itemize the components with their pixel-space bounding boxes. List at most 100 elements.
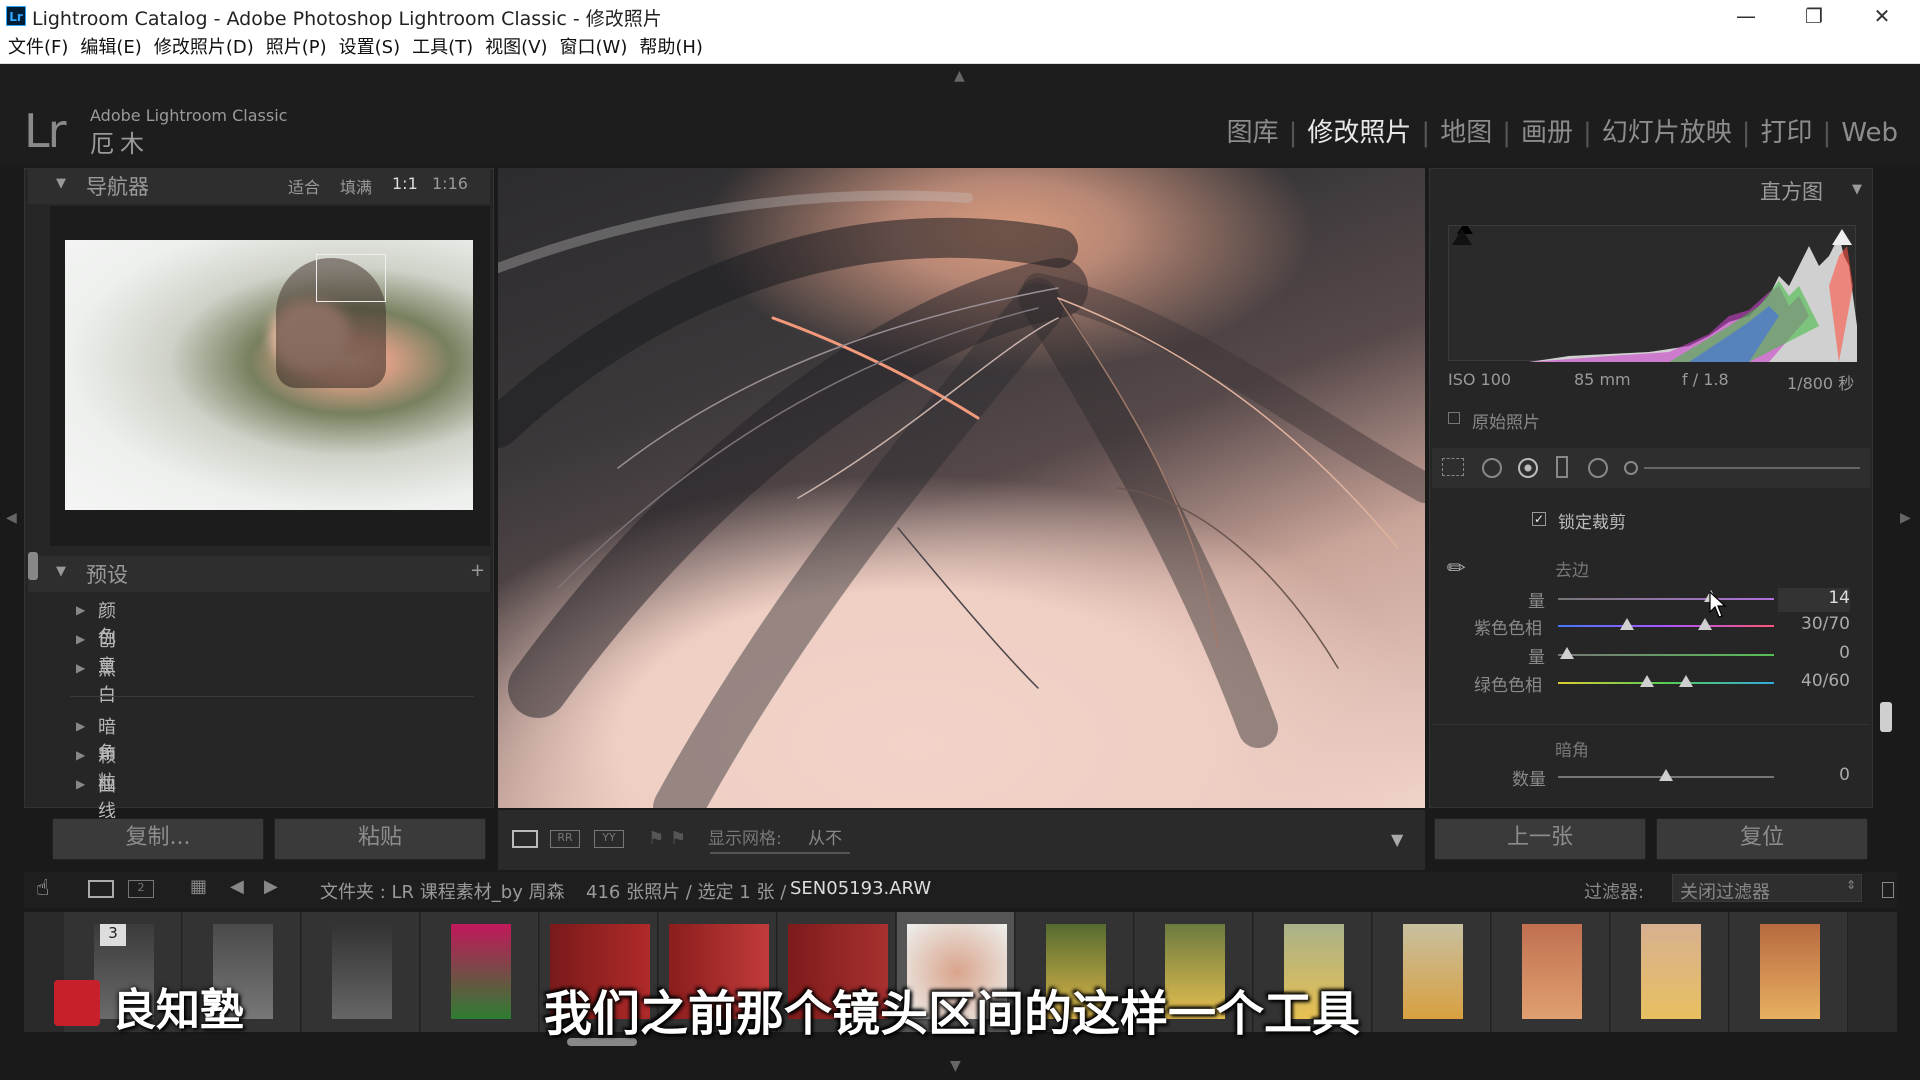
menu-view[interactable]: 视图(V) bbox=[485, 32, 547, 64]
folder-label[interactable]: 文件夹 : LR 课程素材_by 周森 bbox=[320, 878, 565, 904]
filmstrip-thumb[interactable] bbox=[1730, 912, 1848, 1032]
red-eye-icon[interactable] bbox=[1518, 458, 1538, 478]
vignette-amount-knob[interactable] bbox=[1659, 769, 1673, 781]
collapse-bottom-icon[interactable]: ▼ bbox=[950, 1058, 961, 1074]
add-preset-button[interactable]: + bbox=[470, 560, 485, 581]
purple-amount-value[interactable]: 14 bbox=[1770, 588, 1850, 608]
filter-value: 关闭过滤器 bbox=[1680, 882, 1770, 903]
defringe-title: 去边 bbox=[1555, 561, 1589, 581]
menu-tools[interactable]: 工具(T) bbox=[412, 32, 473, 64]
green-hue-track[interactable] bbox=[1558, 682, 1774, 684]
minimize-button[interactable]: — bbox=[1712, 0, 1780, 32]
collapse-triangle-icon[interactable]: ▼ bbox=[1852, 182, 1862, 197]
menu-edit[interactable]: 编辑(E) bbox=[80, 32, 141, 64]
close-button[interactable]: ✕ bbox=[1848, 0, 1916, 32]
filename[interactable]: SEN05193.ARW bbox=[790, 878, 931, 899]
hand-icon[interactable]: ☝ bbox=[36, 876, 49, 901]
collapse-triangle-icon[interactable]: ▼ bbox=[56, 564, 66, 579]
right-scrollbar[interactable] bbox=[1880, 702, 1892, 732]
preset-folder-curve[interactable]: 曲线 bbox=[98, 771, 116, 823]
green-amount-value[interactable]: 0 bbox=[1770, 643, 1850, 663]
purple-hue-knob-low[interactable] bbox=[1620, 618, 1634, 630]
shadow-clipping-icon[interactable] bbox=[1452, 229, 1472, 245]
main-window-icon[interactable] bbox=[88, 880, 114, 898]
second-window-icon[interactable]: 2 bbox=[128, 880, 154, 898]
module-book[interactable]: 画册 bbox=[1521, 118, 1573, 148]
divider bbox=[1432, 724, 1868, 725]
menu-develop[interactable]: 修改照片(D) bbox=[154, 32, 254, 64]
zoom-fill[interactable]: 填满 bbox=[340, 174, 372, 198]
collapse-left-icon[interactable]: ◀ bbox=[6, 510, 17, 526]
maximize-button[interactable]: ❐ bbox=[1780, 0, 1848, 32]
collapse-right-icon[interactable]: ▶ bbox=[1900, 510, 1911, 526]
green-hue-value[interactable]: 40/60 bbox=[1770, 671, 1850, 691]
vignette-amount-value[interactable]: 0 bbox=[1770, 765, 1850, 785]
back-arrow-icon[interactable]: ◀ bbox=[230, 876, 244, 897]
zoom-1-1[interactable]: 1:1 bbox=[392, 174, 418, 193]
green-amount-knob[interactable] bbox=[1560, 647, 1574, 659]
filter-lock-icon[interactable] bbox=[1882, 882, 1894, 898]
presets-title: 预设 bbox=[86, 563, 128, 587]
loupe-view-icon[interactable] bbox=[512, 830, 538, 848]
crop-tool-icon[interactable] bbox=[1442, 458, 1464, 476]
filmstrip-thumb[interactable] bbox=[1373, 912, 1491, 1032]
zoom-1-16[interactable]: 1:16 bbox=[432, 174, 468, 193]
forward-arrow-icon[interactable]: ▶ bbox=[264, 876, 278, 897]
grid-dropdown[interactable]: 从不 bbox=[808, 824, 842, 849]
navigator-thumbnail[interactable] bbox=[65, 240, 473, 510]
dropdown-arrows-icon[interactable]: ⇕ bbox=[1846, 878, 1856, 892]
vignette-amount-label: 数量 bbox=[1512, 770, 1546, 790]
copy-button[interactable]: 复制... bbox=[52, 818, 264, 860]
module-picker: 图库 | 修改照片 | 地图 | 画册 | 幻灯片放映 | 打印 | Web bbox=[1226, 118, 1898, 148]
module-slideshow[interactable]: 幻灯片放映 bbox=[1602, 118, 1732, 148]
filmstrip-thumb[interactable] bbox=[1611, 912, 1729, 1032]
collapse-top-icon[interactable]: ▲ bbox=[954, 68, 965, 84]
filmstrip-thumb[interactable] bbox=[421, 912, 539, 1032]
collapse-triangle-icon[interactable]: ▼ bbox=[56, 176, 66, 191]
previous-button[interactable]: 上一张 bbox=[1434, 818, 1646, 860]
navigator-zoom-rect[interactable] bbox=[316, 254, 386, 302]
before-after-icon[interactable]: RR bbox=[550, 830, 580, 848]
toolbar-menu-chevron-down-icon[interactable]: ▼ bbox=[1391, 830, 1403, 849]
module-develop[interactable]: 修改照片 bbox=[1307, 118, 1411, 148]
purple-hue-value[interactable]: 30/70 bbox=[1770, 614, 1850, 634]
filmstrip-thumb[interactable] bbox=[302, 912, 420, 1032]
purple-hue-track[interactable] bbox=[1558, 625, 1774, 627]
menu-file[interactable]: 文件(F) bbox=[8, 32, 68, 64]
module-map[interactable]: 地图 bbox=[1440, 118, 1492, 148]
left-scrollbar[interactable] bbox=[28, 552, 38, 580]
menu-window[interactable]: 窗口(W) bbox=[560, 32, 628, 64]
window-titlebar: Lr Lightroom Catalog - Adobe Photoshop L… bbox=[0, 0, 1920, 32]
lock-crop-checkbox[interactable]: ✓ bbox=[1532, 512, 1546, 526]
before-after-split-icon[interactable]: YY bbox=[594, 830, 624, 848]
flag-icon[interactable]: ⚑ ⚑ bbox=[648, 828, 686, 849]
brush-icon[interactable] bbox=[1624, 461, 1638, 475]
original-photo-checkbox[interactable] bbox=[1448, 412, 1460, 424]
lr-logo: Lr bbox=[24, 104, 67, 158]
paste-button[interactable]: 粘贴 bbox=[274, 818, 486, 860]
spot-removal-icon[interactable] bbox=[1482, 458, 1502, 478]
radial-filter-icon[interactable] bbox=[1588, 458, 1608, 478]
zoom-fit[interactable]: 适合 bbox=[288, 174, 320, 198]
filmstrip-thumb[interactable] bbox=[1492, 912, 1610, 1032]
highlight-clipping-icon[interactable] bbox=[1832, 229, 1852, 245]
graduated-filter-icon[interactable] bbox=[1556, 456, 1568, 478]
module-web[interactable]: Web bbox=[1841, 118, 1898, 148]
menu-settings[interactable]: 设置(S) bbox=[339, 32, 400, 64]
grid-opacity-slider[interactable] bbox=[710, 852, 850, 854]
purple-amount-track[interactable] bbox=[1558, 598, 1774, 600]
main-photo[interactable] bbox=[498, 168, 1425, 808]
menu-photo[interactable]: 照片(P) bbox=[266, 32, 327, 64]
reset-button[interactable]: 复位 bbox=[1656, 818, 1868, 860]
module-library[interactable]: 图库 bbox=[1227, 118, 1279, 148]
brush-slider[interactable] bbox=[1644, 467, 1860, 469]
preset-folder-bw[interactable]: 黑白 bbox=[98, 655, 116, 707]
green-amount-track[interactable] bbox=[1558, 654, 1774, 656]
photo-count: 416 张照片 / 选定 1 张 / bbox=[586, 882, 787, 903]
grid-label: 显示网格: bbox=[708, 829, 782, 849]
menu-help[interactable]: 帮助(H) bbox=[639, 32, 703, 64]
green-hue-knob-high[interactable] bbox=[1679, 675, 1693, 687]
green-hue-knob-low[interactable] bbox=[1640, 675, 1654, 687]
module-print[interactable]: 打印 bbox=[1761, 118, 1813, 148]
grid-view-icon[interactable]: ▦ bbox=[190, 876, 207, 897]
